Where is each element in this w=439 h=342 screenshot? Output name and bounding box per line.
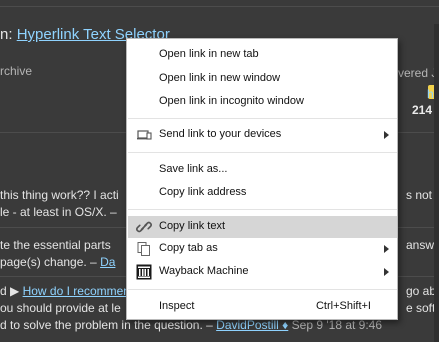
menu-separator (128, 209, 397, 210)
menu-item-open-new-tab[interactable]: Open link in new tab (128, 44, 397, 66)
linked-prefix: d ▶ (0, 284, 20, 298)
submenu-arrow-icon (384, 131, 389, 139)
menu-item-copy-link-text[interactable]: Copy link text (128, 216, 397, 238)
menu-item-label: Send link to your devices (159, 128, 282, 140)
answered-text: vered Ja (398, 66, 439, 80)
comment-text: page(s) change. – Da (0, 255, 115, 269)
menu-item-inspect[interactable]: Inspect Ctrl+Shift+I (128, 296, 397, 318)
menu-item-label: Copy link address (159, 186, 247, 198)
user-reputation: 214 (412, 103, 433, 117)
menu-item-wayback-machine[interactable]: Wayback Machine (128, 261, 397, 283)
wayback-icon (136, 264, 152, 280)
linked-question: d ▶ How do I recommen (0, 284, 130, 298)
menu-item-shortcut: Ctrl+Shift+I (315, 300, 371, 312)
comment-text: te the essential parts (0, 238, 111, 252)
menu-item-send-to-devices[interactable]: Send link to your devices (128, 124, 397, 146)
menu-item-save-link-as[interactable]: Save link as... (128, 159, 397, 181)
comment-user-link[interactable]: DavidPostill ♦ (216, 318, 288, 332)
menu-item-label: Copy link text (159, 220, 226, 232)
question-title-prefix: n: (0, 26, 13, 43)
menu-item-label: Open link in new window (159, 72, 281, 84)
page-scrollbar[interactable] (434, 24, 439, 342)
menu-separator (128, 152, 397, 153)
link-icon (136, 219, 152, 235)
menu-item-label: Save link as... (159, 163, 228, 175)
comment-text-part: page(s) change. – (0, 255, 97, 269)
comment-date: Sep 9 '18 at 9:46 (291, 318, 383, 332)
divider (0, 6, 439, 7)
devices-icon (136, 127, 152, 143)
comment-text: this thing work?? I acti (0, 188, 119, 202)
submenu-arrow-icon (384, 245, 389, 253)
menu-item-label: Open link in incognito window (159, 95, 304, 107)
menu-item-open-new-window[interactable]: Open link in new window (128, 68, 397, 90)
submenu-arrow-icon (384, 268, 389, 276)
menu-item-copy-link-address[interactable]: Copy link address (128, 182, 397, 204)
menu-separator (128, 289, 397, 290)
menu-item-label: Wayback Machine (159, 265, 249, 277)
copy-icon (136, 241, 152, 257)
comment-text: le - at least in OS/X. – (0, 205, 117, 219)
comment-text: ou should provide at le (0, 301, 121, 315)
menu-item-label: Copy tab as (159, 242, 218, 254)
archive-text: rchive (0, 64, 33, 78)
menu-item-label: Open link in new tab (159, 48, 259, 60)
comment-user-link[interactable]: Da (100, 255, 115, 269)
menu-item-label: Inspect (159, 300, 195, 312)
comment-text: d to solve the problem in the question. … (0, 318, 382, 332)
context-menu: Open link in new tab Open link in new wi… (126, 38, 398, 320)
menu-item-copy-tab-as[interactable]: Copy tab as (128, 238, 397, 260)
menu-item-open-incognito[interactable]: Open link in incognito window (128, 91, 397, 113)
menu-separator (128, 118, 397, 119)
linked-question-link[interactable]: How do I recommen (23, 284, 130, 298)
comment-text-part: d to solve the problem in the question. … (0, 318, 213, 332)
